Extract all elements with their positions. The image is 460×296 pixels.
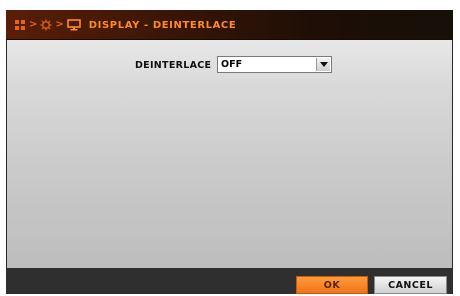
chevron-right-icon: >: [29, 19, 38, 30]
footer-bar: OK CANCEL: [6, 268, 453, 294]
deinterlace-value: OFF: [221, 59, 243, 70]
breadcrumb: > > DISPLAY - DEINTERLACE: [14, 10, 236, 40]
settings-panel: DEINTERLACE OFF: [7, 40, 452, 268]
cancel-button[interactable]: CANCEL: [374, 276, 447, 294]
monitor-icon[interactable]: [66, 19, 81, 31]
grid-icon[interactable]: [14, 19, 26, 31]
gear-icon[interactable]: [40, 19, 52, 31]
deinterlace-select[interactable]: OFF: [217, 56, 332, 73]
deinterlace-dialog: > > DISPLAY - DEINTERLACE DEINTERLACE OF…: [6, 10, 453, 294]
title-bar: > > DISPLAY - DEINTERLACE: [6, 10, 453, 40]
chevron-right-icon: >: [55, 19, 64, 30]
page-title: DISPLAY - DEINTERLACE: [88, 19, 237, 31]
ok-button[interactable]: OK: [296, 276, 368, 294]
deinterlace-label: DEINTERLACE: [135, 60, 212, 71]
chevron-down-icon: [319, 61, 328, 67]
dropdown-arrow-button[interactable]: [316, 58, 330, 71]
